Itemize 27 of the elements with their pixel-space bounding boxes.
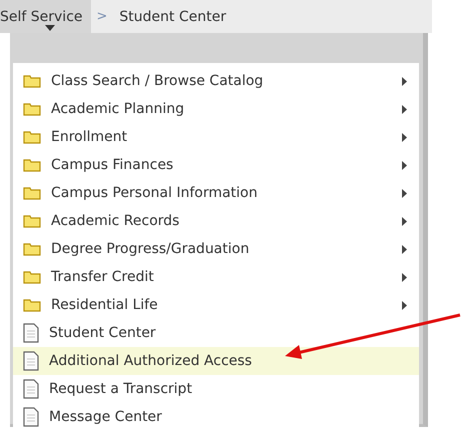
breadcrumb-link[interactable]: Student Center bbox=[119, 0, 234, 33]
menu-item[interactable]: Additional Authorized Access bbox=[13, 347, 419, 375]
submenu-arrow-icon bbox=[402, 244, 407, 254]
submenu-arrow-icon bbox=[402, 272, 407, 282]
document-icon bbox=[23, 379, 39, 399]
submenu-arrow-icon bbox=[402, 160, 407, 170]
submenu-arrow-icon bbox=[402, 216, 407, 226]
breadcrumb-separator: > bbox=[96, 8, 108, 26]
submenu-arrow-icon bbox=[402, 132, 407, 142]
submenu-arrow-icon bbox=[402, 104, 407, 114]
submenu-arrow-icon bbox=[402, 300, 407, 310]
submenu-arrow-icon bbox=[402, 188, 407, 198]
document-icon bbox=[23, 351, 39, 371]
folder-icon bbox=[23, 102, 41, 116]
folder-icon bbox=[23, 270, 41, 284]
breadcrumb-link[interactable]: Self Service bbox=[0, 0, 91, 33]
folder-icon bbox=[23, 158, 41, 172]
folder-icon bbox=[23, 298, 41, 312]
submenu-arrow-icon bbox=[402, 76, 407, 86]
folder-icon bbox=[23, 130, 41, 144]
folder-icon bbox=[23, 186, 41, 200]
folder-icon bbox=[23, 74, 41, 88]
document-icon bbox=[23, 323, 39, 343]
folder-icon bbox=[23, 214, 41, 228]
caret-icon bbox=[45, 25, 55, 31]
folder-icon bbox=[23, 242, 41, 256]
document-icon bbox=[23, 407, 39, 427]
